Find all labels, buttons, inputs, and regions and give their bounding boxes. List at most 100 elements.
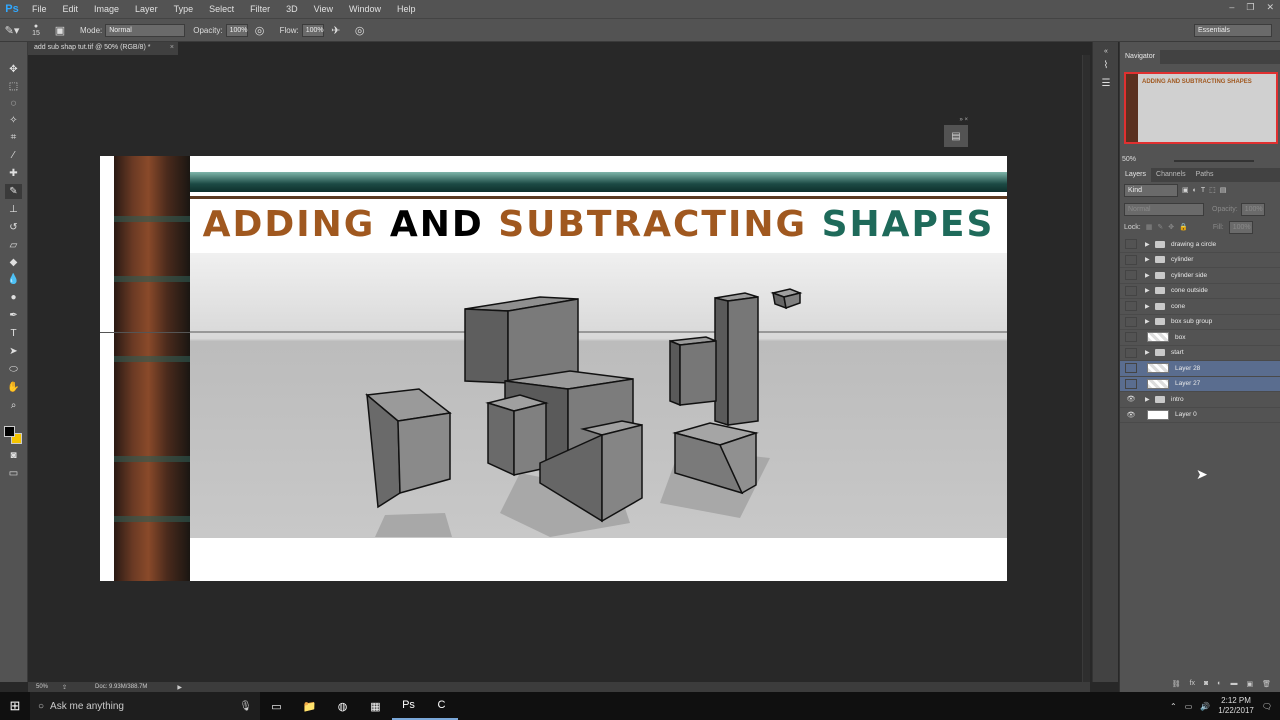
menu-view[interactable]: View (306, 4, 341, 14)
collapse-strip-icon[interactable]: « (1098, 44, 1114, 58)
status-menu-arrow-icon[interactable]: ▶ (177, 684, 182, 691)
fill-input[interactable]: 100% (1228, 220, 1253, 234)
visibility-toggle[interactable] (1125, 285, 1137, 296)
expand-arrow-icon[interactable]: ▶ (1145, 303, 1155, 310)
history-panel-icon[interactable]: ⌇ (1098, 58, 1114, 72)
status-zoom[interactable]: 50% (36, 684, 48, 690)
camtasia-taskbar-icon[interactable]: C (425, 692, 458, 720)
expand-arrow-icon[interactable]: ▶ (1145, 287, 1155, 294)
menu-edit[interactable]: Edit (55, 4, 87, 14)
visibility-toggle[interactable] (1125, 254, 1137, 265)
document-tab[interactable]: add sub shap tut.tif @ 50% (RGB/8) * × (28, 42, 178, 55)
paint-bucket-tool-icon[interactable]: ◆ (5, 255, 22, 270)
layer-opacity-input[interactable]: 100% (1240, 202, 1265, 216)
layer-row[interactable]: ▶ cylinder side (1120, 268, 1280, 284)
lock-pixels-icon[interactable]: ✎ (1157, 223, 1163, 231)
lock-transparent-icon[interactable]: ▦ (1146, 223, 1153, 231)
airbrush-icon[interactable]: ✈ (328, 22, 344, 38)
move-tool-icon[interactable]: ✥ (5, 62, 22, 77)
screen-mode-icon[interactable]: ▭ (5, 466, 22, 481)
expand-arrow-icon[interactable]: ▶ (1145, 256, 1155, 263)
layer-row[interactable]: ▶ cone outside (1120, 284, 1280, 299)
dodge-tool-icon[interactable]: ● (5, 290, 22, 305)
layer-row[interactable]: ▶ start (1120, 346, 1280, 361)
menu-filter[interactable]: Filter (242, 4, 278, 14)
menu-help[interactable]: Help (389, 4, 424, 14)
close-tab-icon[interactable]: × (170, 44, 174, 51)
layer-row[interactable]: ▶ box sub group (1120, 315, 1280, 330)
add-mask-icon[interactable]: ◙ (1204, 680, 1208, 692)
menu-3d[interactable]: 3D (278, 4, 306, 14)
menu-select[interactable]: Select (201, 4, 242, 14)
quick-mask-icon[interactable]: ◙ (5, 448, 22, 463)
visibility-toggle[interactable] (1125, 378, 1137, 389)
brush-tool-icon[interactable]: ✎ (5, 184, 22, 199)
magic-wand-tool-icon[interactable]: ✧ (5, 113, 22, 128)
document-canvas[interactable]: ADDING AND SUBTRACTING SHAPES (100, 156, 1007, 581)
navigator-zoom-value[interactable]: 50% (1122, 156, 1136, 163)
blur-tool-icon[interactable]: 💧 (5, 272, 22, 287)
visibility-toggle[interactable] (1125, 270, 1137, 281)
pen-tool-icon[interactable]: ✒ (5, 308, 22, 323)
expand-arrow-icon[interactable]: ▶ (1145, 241, 1155, 248)
windows-start-icon[interactable]: ⊞ (0, 698, 30, 714)
expand-arrow-icon[interactable]: ▶ (1145, 349, 1155, 356)
status-export-icon[interactable]: ⇪ (62, 684, 67, 691)
filter-type-icon[interactable]: T (1201, 187, 1205, 194)
restore-button[interactable]: ❐ (1246, 2, 1254, 13)
visibility-eye-icon[interactable]: 👁 (1125, 395, 1137, 403)
filter-shape-icon[interactable]: ⬚ (1209, 186, 1216, 194)
filter-pixel-icon[interactable]: ▣ (1182, 186, 1189, 194)
clock[interactable]: 2:12 PM 1/22/2017 (1218, 696, 1254, 716)
photoshop-taskbar-icon[interactable]: Ps (392, 692, 425, 720)
navigator-thumbnail[interactable]: ADDING AND SUBTRACTING SHAPES (1124, 72, 1278, 144)
opacity-input[interactable]: 100% (225, 23, 248, 37)
healing-brush-tool-icon[interactable]: ✚ (5, 166, 22, 181)
mode-select[interactable]: Normal (105, 23, 186, 37)
brush-presets-icon[interactable]: ▤ (944, 125, 968, 147)
visibility-eye-icon[interactable]: 👁 (1125, 411, 1137, 419)
zoom-tool-icon[interactable]: ⌕ (5, 398, 22, 413)
tab-layers[interactable]: Layers (1120, 168, 1152, 182)
visibility-toggle[interactable] (1125, 332, 1137, 343)
lasso-tool-icon[interactable]: ◌ (5, 96, 22, 111)
visibility-toggle[interactable] (1125, 239, 1137, 250)
path-selection-tool-icon[interactable]: ➤ (5, 344, 22, 359)
close-button[interactable]: ✕ (1266, 2, 1274, 13)
tray-volume-icon[interactable]: 🔊 (1200, 702, 1210, 711)
ellipse-tool-icon[interactable]: ⬭ (5, 362, 22, 377)
flow-input[interactable]: 100% (301, 23, 324, 37)
pressure-opacity-icon[interactable]: ◎ (252, 22, 268, 38)
layer-row[interactable]: ▶ cylinder (1120, 253, 1280, 268)
microphone-icon[interactable]: 🎙 (239, 701, 252, 712)
tab-paths[interactable]: Paths (1191, 168, 1219, 182)
canvas-scrollbar[interactable] (1082, 55, 1090, 682)
new-group-icon[interactable]: ▬ (1230, 680, 1237, 692)
layer-row[interactable]: Layer 28 (1120, 361, 1280, 377)
layer-row[interactable]: box (1120, 330, 1280, 346)
lock-position-icon[interactable]: ✥ (1168, 223, 1174, 231)
firefox-icon[interactable]: ◍ (326, 692, 359, 720)
navigator-zoom-slider[interactable] (1174, 160, 1254, 162)
brush-tool-preset-icon[interactable]: ✎▾ (4, 22, 20, 38)
pressure-size-icon[interactable]: ◎ (352, 22, 368, 38)
clone-stamp-tool-icon[interactable]: ⊥ (5, 202, 22, 217)
filter-smart-icon[interactable]: ▤ (1220, 186, 1227, 194)
layer-row[interactable]: 👁 Layer 0 (1120, 408, 1280, 423)
marquee-tool-icon[interactable]: ⬚ (5, 79, 22, 94)
layer-kind-filter[interactable]: Kind (1124, 183, 1178, 197)
workspace-select[interactable]: Essentials (1194, 24, 1272, 37)
calculator-icon[interactable]: ▦ (359, 692, 392, 720)
tab-navigator[interactable]: Navigator (1120, 50, 1160, 64)
blend-mode-select[interactable]: Normal (1124, 202, 1204, 216)
layer-style-icon[interactable]: fx (1190, 680, 1195, 692)
history-brush-tool-icon[interactable]: ↺ (5, 220, 22, 235)
menu-window[interactable]: Window (341, 4, 389, 14)
visibility-toggle[interactable] (1125, 363, 1137, 374)
eyedropper-tool-icon[interactable]: ⁄ (5, 148, 22, 163)
visibility-toggle[interactable] (1125, 316, 1137, 327)
expand-arrow-icon[interactable]: ▶ (1145, 396, 1155, 403)
tray-network-icon[interactable]: ▭ (1185, 702, 1193, 711)
layer-row[interactable]: ▶ cone (1120, 299, 1280, 315)
menu-type[interactable]: Type (166, 4, 202, 14)
